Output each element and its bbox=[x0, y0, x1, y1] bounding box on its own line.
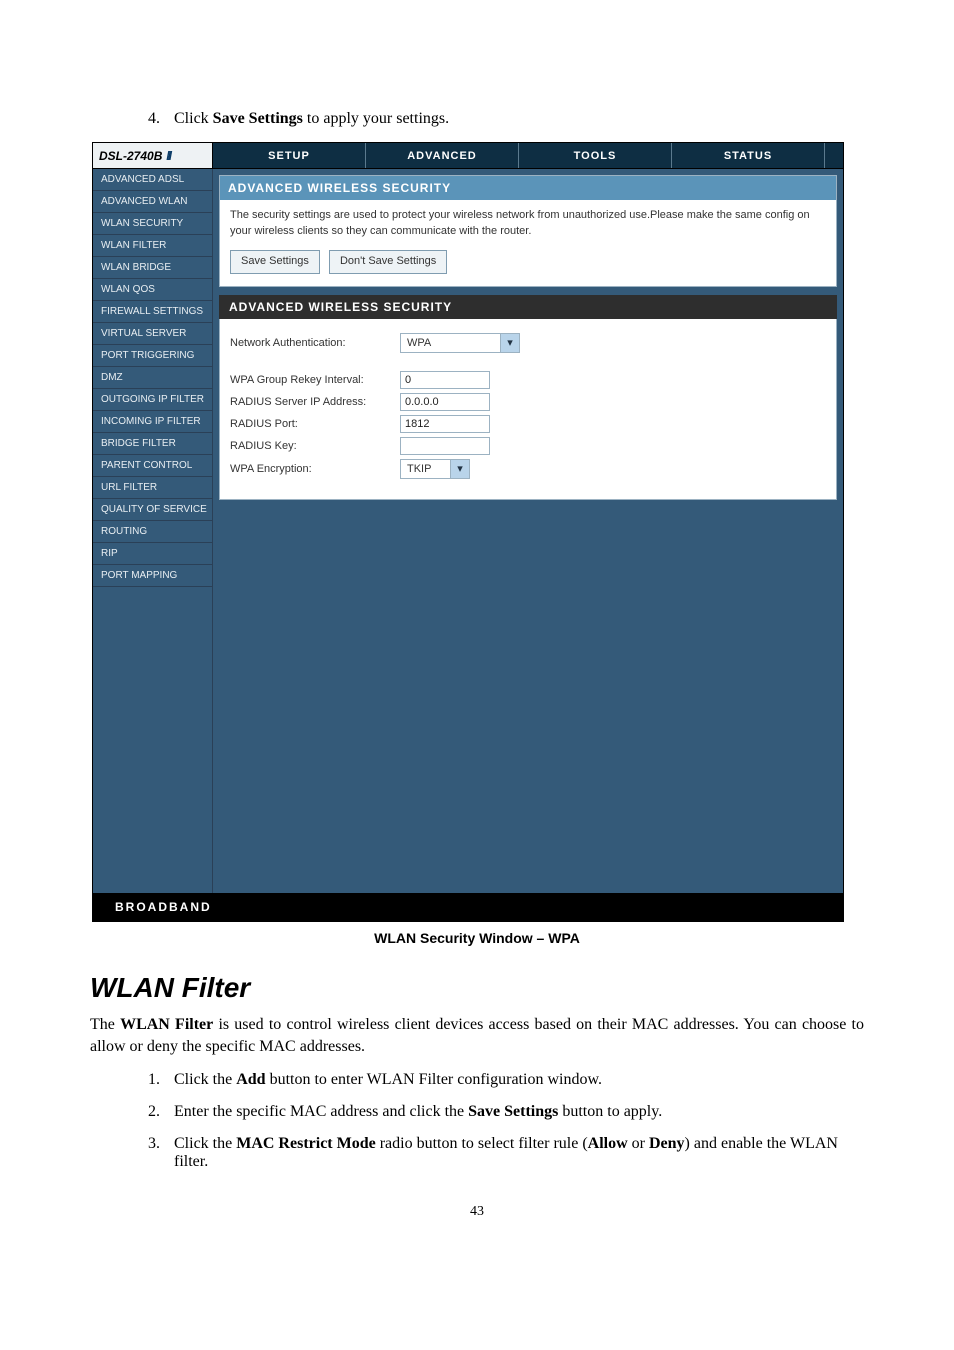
sidebar-item[interactable]: FIREWALL SETTINGS bbox=[93, 301, 212, 323]
panel-desc: The security settings are used to protec… bbox=[230, 208, 826, 240]
radius-ip-input[interactable]: 0.0.0.0 bbox=[400, 393, 490, 411]
sidebar-item[interactable]: DMZ bbox=[93, 367, 212, 389]
sidebar-item[interactable]: VIRTUAL SERVER bbox=[93, 323, 212, 345]
sidebar-item[interactable]: BRIDGE FILTER bbox=[93, 433, 212, 455]
sidebar-item[interactable]: WLAN FILTER bbox=[93, 235, 212, 257]
list-step: 3. Click the MAC Restrict Mode radio but… bbox=[148, 1135, 864, 1171]
device-logo: DSL-2740B/// bbox=[93, 143, 213, 168]
tab-advanced[interactable]: ADVANCED bbox=[366, 143, 519, 168]
sidebar-item[interactable]: RIP bbox=[93, 543, 212, 565]
sidebar-item[interactable]: INCOMING IP FILTER bbox=[93, 411, 212, 433]
tab-status[interactable]: STATUS bbox=[672, 143, 825, 168]
logo-bars-icon: /// bbox=[166, 149, 170, 163]
router-screenshot: DSL-2740B/// SETUP ADVANCED TOOLS STATUS… bbox=[92, 142, 844, 922]
wpa-enc-label: WPA Encryption: bbox=[230, 463, 400, 475]
radius-port-input[interactable]: 1812 bbox=[400, 415, 490, 433]
chevron-down-icon: ▾ bbox=[450, 460, 469, 478]
sidebar-item[interactable]: WLAN QOS bbox=[93, 279, 212, 301]
net-auth-select[interactable]: WPA ▾ bbox=[400, 333, 520, 353]
dont-save-settings-button[interactable]: Don't Save Settings bbox=[329, 250, 447, 274]
sidebar-item[interactable]: PORT TRIGGERING bbox=[93, 345, 212, 367]
step-text: Click Save Settings to apply your settin… bbox=[174, 110, 864, 128]
net-auth-label: Network Authentication: bbox=[230, 337, 400, 349]
main-area: ADVANCED WIRELESS SECURITY The security … bbox=[213, 169, 843, 893]
sidebar-item[interactable]: WLAN BRIDGE bbox=[93, 257, 212, 279]
section-heading: WLAN Filter bbox=[90, 972, 864, 1004]
rekey-label: WPA Group Rekey Interval: bbox=[230, 374, 400, 386]
section-para: The WLAN Filter is used to control wirel… bbox=[90, 1014, 864, 1057]
sidebar: ADVANCED ADSLADVANCED WLANWLAN SECURITYW… bbox=[93, 169, 213, 893]
panel-title: ADVANCED WIRELESS SECURITY bbox=[220, 176, 836, 200]
wpa-enc-select[interactable]: TKIP ▾ bbox=[400, 459, 470, 479]
chevron-down-icon: ▾ bbox=[500, 334, 519, 352]
tab-setup[interactable]: SETUP bbox=[213, 143, 366, 168]
step-number: 4. bbox=[148, 110, 174, 128]
sidebar-item[interactable]: QUALITY OF SERVICE bbox=[93, 499, 212, 521]
rekey-input[interactable]: 0 bbox=[400, 371, 490, 389]
info-panel: ADVANCED WIRELESS SECURITY The security … bbox=[219, 175, 837, 287]
sidebar-item[interactable]: ROUTING bbox=[93, 521, 212, 543]
sidebar-item[interactable]: PORT MAPPING bbox=[93, 565, 212, 587]
form-area: Network Authentication: WPA ▾ WPA Group … bbox=[219, 319, 837, 500]
sub-header: ADVANCED WIRELESS SECURITY bbox=[219, 295, 837, 319]
radius-port-label: RADIUS Port: bbox=[230, 418, 400, 430]
page-number: 43 bbox=[0, 1204, 954, 1220]
sidebar-item[interactable]: PARENT CONTROL bbox=[93, 455, 212, 477]
sidebar-item[interactable]: ADVANCED ADSL bbox=[93, 169, 212, 191]
sidebar-item[interactable]: WLAN SECURITY bbox=[93, 213, 212, 235]
list-step: 2. Enter the specific MAC address and cl… bbox=[148, 1103, 864, 1121]
radius-ip-label: RADIUS Server IP Address: bbox=[230, 396, 400, 408]
tab-gap bbox=[825, 143, 843, 168]
footer-brand: BROADBAND bbox=[93, 893, 843, 921]
tab-tools[interactable]: TOOLS bbox=[519, 143, 672, 168]
sidebar-item[interactable]: URL FILTER bbox=[93, 477, 212, 499]
sidebar-item[interactable]: ADVANCED WLAN bbox=[93, 191, 212, 213]
radius-key-label: RADIUS Key: bbox=[230, 440, 400, 452]
sidebar-item[interactable]: OUTGOING IP FILTER bbox=[93, 389, 212, 411]
intro-step: 4. Click Save Settings to apply your set… bbox=[148, 110, 864, 128]
save-settings-button[interactable]: Save Settings bbox=[230, 250, 320, 274]
top-nav: DSL-2740B/// SETUP ADVANCED TOOLS STATUS bbox=[93, 143, 843, 169]
figure-caption: WLAN Security Window – WPA bbox=[90, 930, 864, 946]
radius-key-input[interactable] bbox=[400, 437, 490, 455]
list-step: 1. Click the Add button to enter WLAN Fi… bbox=[148, 1071, 864, 1089]
